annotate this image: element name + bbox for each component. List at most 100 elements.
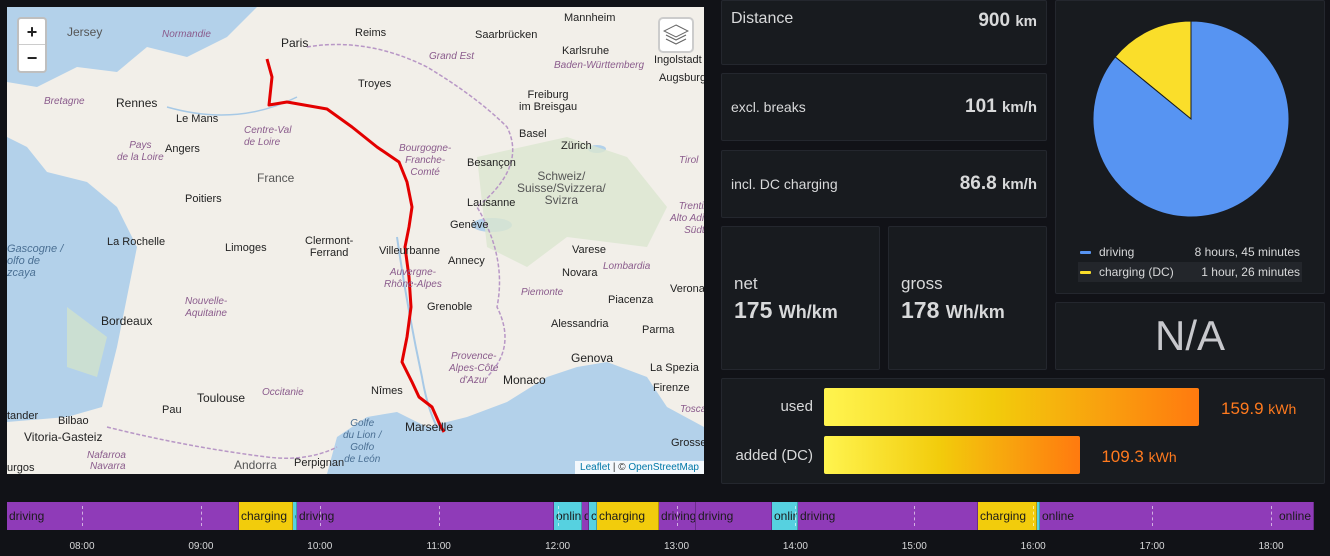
timeline-tick-label: 10:00: [307, 541, 333, 552]
map-label: Trentino- Alto Adige/ Südtirol: [670, 201, 704, 236]
net-consumption-panel: net 175 Wh/km: [721, 226, 880, 370]
map-label: Golfe du Lion / Golfo de León: [343, 418, 382, 465]
map-label: Occitanie: [262, 387, 304, 398]
timeline-segment-charging[interactable]: charging: [978, 502, 1037, 530]
timeline-segment-driving[interactable]: online: [1040, 502, 1314, 530]
map-label: La Rochelle: [107, 236, 166, 248]
zoom-in-button[interactable]: +: [19, 19, 45, 45]
map-label: Saarbrücken: [475, 29, 538, 41]
state-timeline[interactable]: drivingchargingcdrivingonlinedcchargingd…: [7, 502, 1314, 530]
attribution-separator: | ©: [610, 462, 629, 473]
timeline-segment-driving[interactable]: d: [582, 502, 589, 530]
timeline-segment-driving[interactable]: driving: [7, 502, 239, 530]
map-label: Villeurbanne: [379, 245, 440, 257]
map-label: Augsburg: [659, 72, 704, 84]
distance-value: 900 km: [978, 10, 1037, 32]
timeline-segment-online[interactable]: online: [772, 502, 798, 530]
map-label: Zürich: [561, 140, 592, 152]
osm-link[interactable]: OpenStreetMap: [628, 462, 699, 473]
incl-charging-panel: incl. DC charging 86.8 km/h: [721, 150, 1047, 218]
map-label: Toscana: [680, 404, 704, 415]
legend-item-charging[interactable]: charging (DC) 1 hour, 26 minutes: [1078, 262, 1302, 282]
timeline-tick-label: 17:00: [1139, 541, 1165, 552]
timeline-gridline: [557, 506, 559, 526]
timeline-gridline: [795, 506, 797, 526]
map-label: La Spezia: [650, 362, 699, 374]
timeline-tick-label: 18:00: [1258, 541, 1284, 552]
added-bar: [824, 436, 1081, 474]
zoom-out-button[interactable]: −: [19, 45, 45, 71]
pie-chart: [1092, 20, 1290, 218]
incl-charging-unit: km/h: [1001, 176, 1037, 193]
map-label: Ingolstadt: [654, 54, 702, 66]
gross-unit: Wh/km: [945, 302, 1005, 322]
used-number: 159.9: [1221, 399, 1264, 418]
timeline-segment-driving[interactable]: driving: [297, 502, 554, 530]
timeline-gridline: [200, 506, 202, 526]
route-map[interactable]: Jersey Normandie Paris Reims Saarbrücken…: [7, 7, 704, 474]
map-label: Lombardia: [603, 261, 651, 272]
map-label: Baden-Württemberg: [554, 60, 645, 71]
map-label: Besançon: [467, 157, 516, 169]
map-label: Annecy: [448, 255, 485, 267]
legend-value: 1 hour, 26 minutes: [1201, 265, 1300, 279]
incl-charging-number: 86.8: [959, 173, 997, 194]
map-label: Genova: [571, 351, 614, 365]
gross-value: 178 Wh/km: [901, 297, 1005, 324]
timeline-segment-online[interactable]: c: [589, 502, 597, 530]
timeline-segment-driving[interactable]: driving: [798, 502, 978, 530]
gross-label: gross: [901, 274, 943, 293]
map-label: Firenze: [653, 382, 690, 394]
map-label: Rennes: [116, 96, 158, 110]
added-label: added (DC): [735, 447, 813, 464]
layers-icon: [663, 24, 689, 45]
timeline-tick-label: 13:00: [663, 541, 690, 552]
timeline-segment-driving[interactable]: driving: [659, 502, 696, 530]
map-label: Clermont- Ferrand: [305, 235, 354, 259]
timeline-gridline: [319, 506, 321, 526]
map-label: Vitoria-Gasteiz: [24, 430, 103, 444]
timeline-tick-label: 11:00: [426, 541, 451, 552]
timeline-tick-label: 16:00: [1020, 541, 1046, 552]
legend-item-driving[interactable]: driving 8 hours, 45 minutes: [1078, 242, 1302, 262]
added-value: 109.3 kWh: [1101, 447, 1176, 467]
incl-charging-value: 86.8 km/h: [960, 173, 1037, 195]
map-label: Limoges: [225, 242, 267, 254]
map-label: Freiburg im Breisgau: [519, 89, 578, 113]
energy-panel: used 159.9 kWh added (DC) 109.3 kWh: [721, 378, 1325, 484]
layers-button[interactable]: [658, 17, 694, 53]
gross-number: 178: [901, 297, 940, 323]
map-label: Marseille: [405, 420, 454, 434]
dashboard: Jersey Normandie Paris Reims Saarbrücken…: [0, 0, 1330, 556]
map-label: Alessandria: [551, 318, 609, 330]
map-label: Varese: [572, 244, 607, 256]
map-label: Basel: [519, 128, 547, 140]
timeline-gridline: [438, 506, 440, 526]
timeline-gridline: [82, 506, 83, 526]
timeline-segment-driving[interactable]: driving: [696, 502, 772, 530]
timeline-gridline: [1152, 506, 1154, 526]
map-label: Troyes: [358, 78, 392, 90]
map-label: Monaco: [503, 373, 546, 387]
timeline-tick-label: 14:00: [782, 541, 808, 552]
map-label: Toulouse: [197, 391, 246, 405]
used-value: 159.9 kWh: [1221, 399, 1296, 419]
leaflet-link[interactable]: Leaflet: [580, 462, 610, 473]
map-label: Jersey: [67, 25, 103, 39]
legend-name: charging (DC): [1099, 265, 1174, 279]
excl-breaks-unit: km/h: [1001, 99, 1037, 116]
map-label: Normandie: [162, 29, 211, 40]
map-label: Karlsruhe: [562, 45, 610, 57]
map-label: Bilbao: [58, 415, 89, 427]
map-attribution: Leaflet | © OpenStreetMap: [575, 461, 704, 474]
map-label: Reims: [355, 27, 387, 39]
timeline-tick-label: 15:00: [901, 541, 927, 552]
map-label: tander: [7, 410, 39, 422]
timeline-segment-charging[interactable]: charging: [239, 502, 293, 530]
map-label: Centre-Val de Loire: [244, 125, 292, 148]
used-bar: [824, 388, 1199, 426]
map-label: Bretagne: [44, 96, 85, 107]
map-label: urgos: [7, 462, 35, 474]
timeline-segment-charging[interactable]: charging: [597, 502, 659, 530]
used-label: used: [780, 398, 813, 415]
